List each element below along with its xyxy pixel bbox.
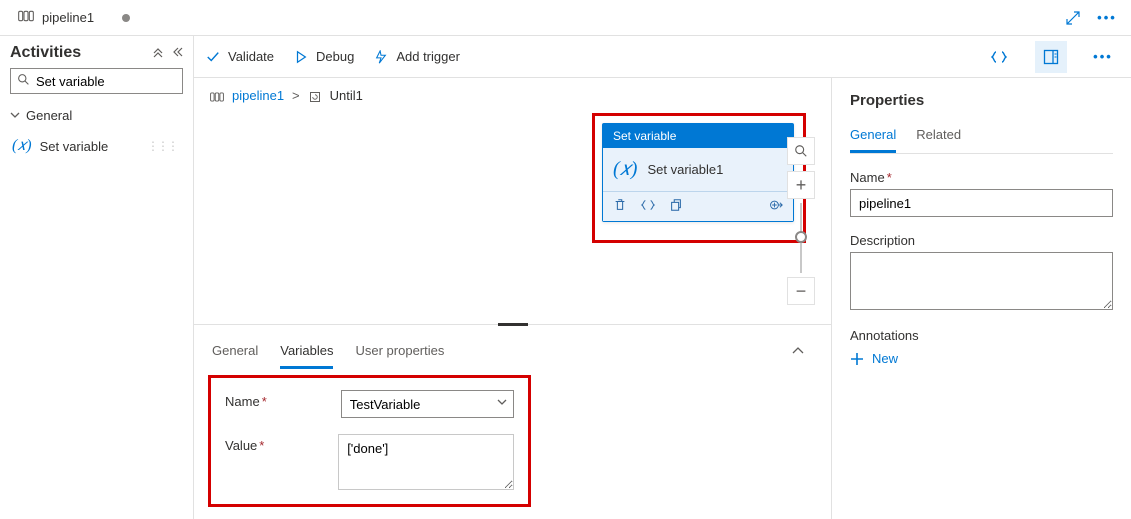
pipeline-icon (18, 9, 34, 26)
properties-toggle-button[interactable] (1035, 41, 1067, 73)
activity-item-label: Set variable (40, 139, 109, 154)
activity-name: Set variable1 (647, 162, 723, 177)
pipeline-icon (210, 88, 224, 103)
new-annotation-label: New (872, 351, 898, 366)
activity-settings-panel: General Variables User properties Name* (194, 324, 831, 519)
breadcrumb-root[interactable]: pipeline1 (232, 88, 284, 103)
until-icon (308, 88, 322, 103)
clone-icon[interactable] (669, 198, 683, 215)
expand-icon[interactable] (1063, 8, 1083, 28)
more-icon[interactable]: ••• (1097, 8, 1117, 28)
search-input-wrapper[interactable] (10, 68, 183, 94)
variable-icon: (𝑥) (613, 158, 637, 181)
highlight-marker-form: Name* Value* (208, 375, 531, 507)
zoom-control: + − (787, 137, 815, 305)
design-canvas[interactable]: Set variable (𝑥) Set variable1 (194, 113, 831, 324)
add-annotation-button[interactable]: New (850, 351, 1113, 366)
center-pane: Validate Debug Add trigger ••• (194, 36, 1131, 519)
zoom-slider[interactable] (800, 203, 802, 273)
search-icon (17, 73, 30, 89)
name-label: Name* (225, 390, 341, 409)
props-description-label: Description (850, 233, 1113, 248)
props-tab-general[interactable]: General (850, 121, 896, 153)
validate-label: Validate (228, 49, 274, 64)
pipeline-toolbar: Validate Debug Add trigger ••• (194, 36, 1131, 78)
tab-user-properties[interactable]: User properties (355, 335, 444, 369)
activity-type-label: Set variable (603, 124, 793, 148)
drag-grip-icon: ⋮⋮⋮ (147, 139, 177, 153)
variable-icon: (𝑥) (12, 137, 32, 155)
zoom-fit-button[interactable] (787, 137, 815, 165)
validate-button[interactable]: Validate (206, 49, 274, 64)
tab-bar: pipeline1 ••• (0, 0, 1131, 36)
breadcrumb-child: Until1 (330, 88, 363, 103)
zoom-in-button[interactable]: + (787, 171, 815, 199)
tab-title: pipeline1 (42, 10, 94, 25)
add-trigger-button[interactable]: Add trigger (374, 49, 460, 64)
collapse-all-icon[interactable] (151, 46, 165, 61)
debug-label: Debug (316, 49, 354, 64)
sidebar-title: Activities (10, 44, 81, 62)
props-tab-related[interactable]: Related (916, 121, 961, 153)
breadcrumb-separator: > (292, 88, 300, 103)
unsaved-indicator-icon (122, 14, 130, 22)
toolbar-more-button[interactable]: ••• (1087, 41, 1119, 73)
activities-sidebar: Activities (0, 36, 194, 519)
tab-general[interactable]: General (212, 335, 258, 369)
search-input[interactable] (36, 74, 212, 89)
add-trigger-label: Add trigger (396, 49, 460, 64)
code-icon[interactable] (641, 198, 655, 215)
group-label: General (26, 108, 72, 123)
properties-title: Properties (850, 92, 1113, 109)
group-general[interactable]: General (10, 104, 183, 133)
collapse-panel-button[interactable] (783, 337, 813, 368)
variable-value-input[interactable] (338, 434, 514, 490)
annotations-label: Annotations (850, 328, 1113, 343)
zoom-out-button[interactable]: − (787, 277, 815, 305)
zoom-slider-thumb[interactable] (795, 231, 807, 243)
code-view-button[interactable] (983, 41, 1015, 73)
props-name-label: Name* (850, 170, 1113, 185)
add-output-icon[interactable] (769, 198, 783, 215)
tab-pipeline1[interactable]: pipeline1 (8, 0, 140, 35)
delete-icon[interactable] (613, 198, 627, 215)
debug-button[interactable]: Debug (294, 49, 354, 64)
tab-variables[interactable]: Variables (280, 335, 333, 369)
properties-panel: Properties General Related Name* Descrip… (831, 78, 1131, 519)
value-label: Value* (225, 434, 338, 453)
activity-set-variable1[interactable]: Set variable (𝑥) Set variable1 (602, 123, 794, 222)
collapse-sidebar-icon[interactable] (171, 46, 183, 61)
chevron-down-icon (10, 108, 20, 123)
breadcrumb: pipeline1 > Until1 (194, 78, 831, 113)
variable-name-select[interactable] (341, 390, 514, 418)
activity-item-set-variable[interactable]: (𝑥) Set variable ⋮⋮⋮ (10, 133, 183, 159)
pipeline-name-input[interactable] (850, 189, 1113, 217)
pipeline-description-input[interactable] (850, 252, 1113, 310)
